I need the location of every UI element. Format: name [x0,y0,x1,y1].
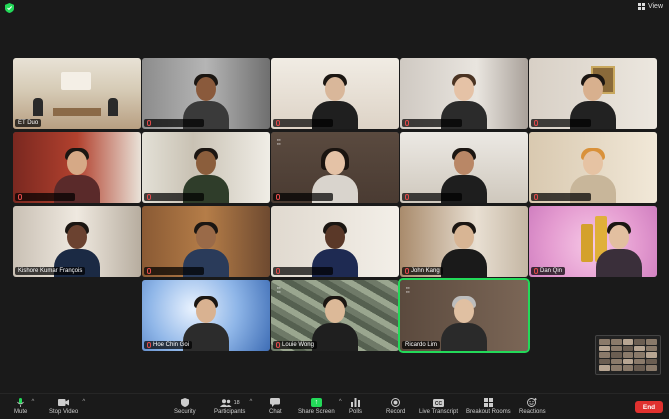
participant-name-tag: ET Duo [15,119,42,127]
chevron-up-icon[interactable]: ^ [82,399,85,405]
video-tile[interactable] [529,132,657,203]
video-camera-icon [58,398,70,407]
svg-text:CC: CC [435,401,443,407]
participant-name-tag [144,119,204,127]
participant-name-tag [402,193,462,201]
end-meeting-button[interactable]: End [635,401,663,413]
participant-name-tag: John Kang [402,267,443,275]
company-logo: ▪▪▪ ▪▪▪ [277,286,281,294]
video-tile[interactable]: ET Duo [13,58,141,129]
participant-name-tag [273,267,333,275]
video-tile[interactable] [142,206,270,277]
participants-count-badge: 18 [233,399,240,406]
participant-name-tag [144,267,204,275]
live-transcript-button[interactable]: CC Live Transcript [419,398,458,415]
mute-button[interactable]: Mute ^ [14,398,34,415]
gallery-thumbnail-preview[interactable] [595,335,661,375]
video-tile[interactable] [400,58,528,129]
video-tile[interactable]: John Kang [400,206,528,277]
participant-name-tag [402,119,462,127]
participant-name-tag [273,193,333,201]
chat-button[interactable]: Chat [269,398,282,415]
video-tile[interactable] [271,58,399,129]
stop-video-button[interactable]: Stop Video ^ [49,398,85,415]
chevron-up-icon[interactable]: ^ [339,399,342,405]
view-button[interactable]: View [637,3,663,10]
security-shield-icon[interactable] [5,3,14,13]
company-logo: ▪▪▪ ▪▪▪ [277,138,281,146]
reactions-button[interactable]: Reactions [519,398,546,415]
breakout-rooms-icon [482,398,494,407]
zoom-meeting-window: View ET Duo ▪▪▪ ▪▪▪ Kishore Kumar Franço… [0,0,669,419]
chevron-up-icon[interactable]: ^ [250,399,253,405]
bar-chart-icon [350,398,362,407]
participant-name-tag: Dan Qin [531,267,566,275]
meeting-toolbar: Mute ^ Stop Video ^ Security 18 Particip… [0,393,669,419]
participant-name-tag [531,193,591,201]
record-icon [390,398,402,407]
polls-button[interactable]: Polls [349,398,362,415]
grid-view-icon [637,3,645,10]
shield-icon [179,398,191,407]
participant-name-tag [273,119,333,127]
participant-name-tag [15,193,75,201]
share-arrow-icon: ↑ [310,398,322,407]
security-button[interactable]: Security [174,398,196,415]
video-tile[interactable] [142,132,270,203]
video-tile[interactable]: Kishore Kumar François [13,206,141,277]
chevron-up-icon[interactable]: ^ [32,399,35,405]
participants-button[interactable]: 18 Participants ^ [214,398,252,415]
video-tile[interactable]: ▪▪▪ ▪▪▪ [271,132,399,203]
video-tile[interactable] [13,132,141,203]
smiley-plus-icon [526,398,538,407]
video-tile-active-speaker[interactable]: ▪▪▪ ▪▪▪ Ricardo Lim [398,278,530,353]
video-tile[interactable] [400,132,528,203]
view-label: View [647,3,663,10]
participant-name-tag [144,193,204,201]
video-tile[interactable]: ▪▪▪ ▪▪▪ Louie Wong [271,280,399,351]
participant-name-tag: Ricardo Lim [402,341,441,349]
video-tile[interactable]: Hoe Chin Goi [142,280,270,351]
record-button[interactable]: Record [386,398,405,415]
company-logo: ▪▪▪ ▪▪▪ [406,286,410,294]
video-tile[interactable] [142,58,270,129]
participants-icon: 18 [219,398,241,407]
top-bar: View [0,0,669,16]
chat-bubble-icon [269,398,281,407]
participant-name-tag: Louie Wong [273,341,317,349]
video-tile[interactable]: Dan Qin [529,206,657,277]
participant-name-tag [531,119,591,127]
breakout-rooms-button[interactable]: Breakout Rooms [466,398,511,415]
participant-name-tag: Hoe Chin Goi [144,341,193,349]
closed-caption-icon: CC [433,398,445,407]
video-tile[interactable] [529,58,657,129]
microphone-icon [15,398,27,407]
participant-name-tag: Kishore Kumar François [15,267,86,275]
share-screen-button[interactable]: ↑ Share Screen ^ [298,398,342,415]
video-tile[interactable] [271,206,399,277]
